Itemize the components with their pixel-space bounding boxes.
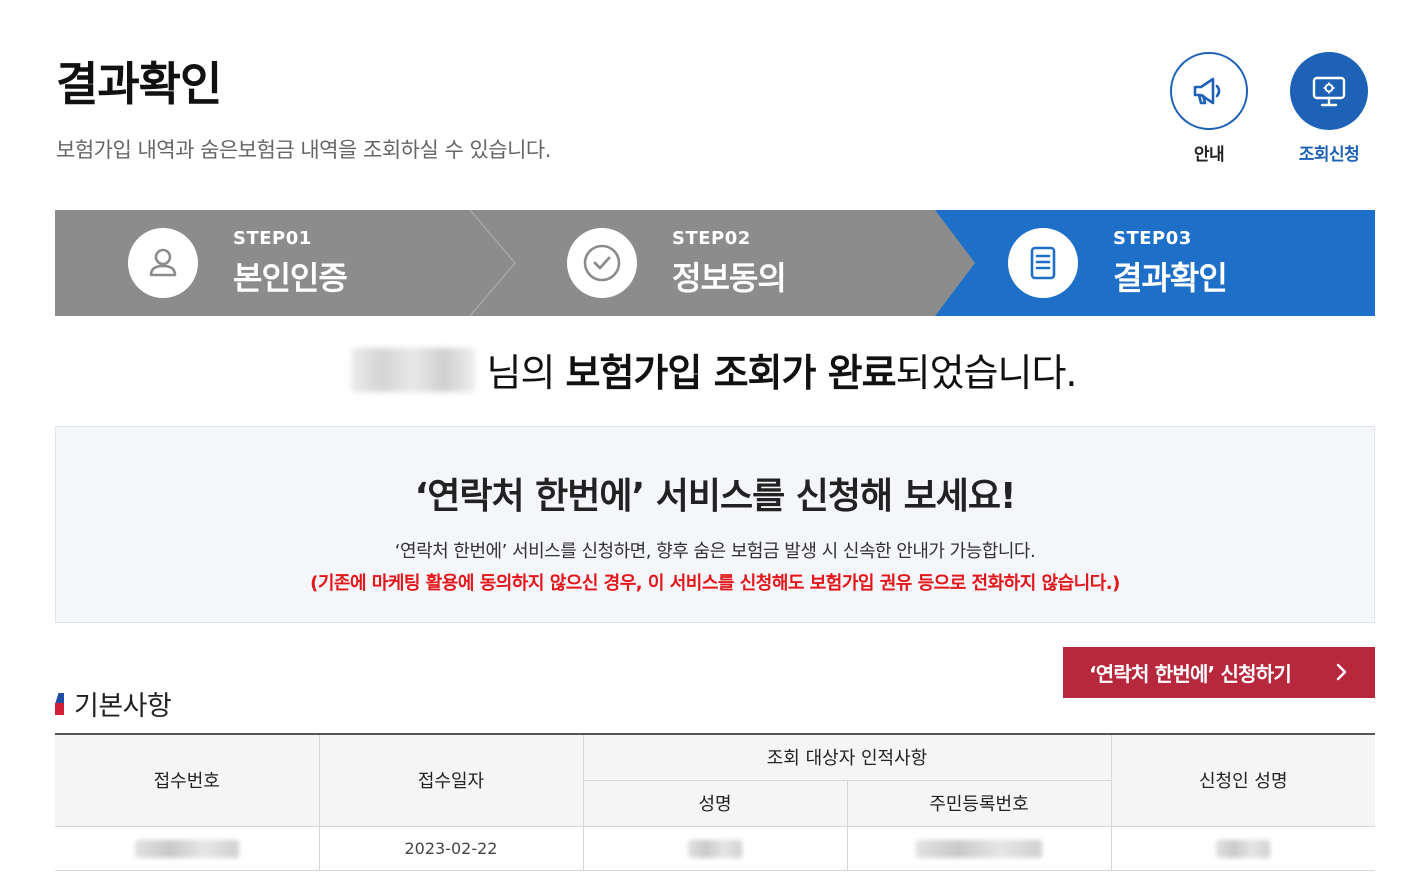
promo-warning: (기존에 마케팅 활용에 동의하지 않으신 경우, 이 서비스를 신청해도 보험… xyxy=(310,573,1120,594)
basic-info-table: 접수번호 접수일자 조회 대상자 인적사항 신청인 성명 성명 주민등록번호 2… xyxy=(55,733,1375,871)
step-active-arrow xyxy=(935,210,975,316)
promo-title: ‘연락처 한번에’ 서비스를 신청해 보세요! xyxy=(414,476,1017,517)
section-title-text: 기본사항 xyxy=(74,691,172,722)
chevron-right-icon xyxy=(1336,663,1347,681)
header-name: 성명 xyxy=(583,779,848,827)
megaphone-icon xyxy=(1193,77,1221,105)
redacted-name xyxy=(688,839,742,858)
document-icon xyxy=(1030,246,1056,280)
step1-icon-circle xyxy=(128,228,198,298)
step1-number: STEP01 xyxy=(233,227,312,249)
apply-inquiry-label: 조회신청 xyxy=(1298,145,1360,165)
result-suffix-2: 되었습니다. xyxy=(895,351,1078,395)
result-message: 님의 보험가입 조회가 완료되었습니다. xyxy=(0,342,1427,397)
step2-name: 정보동의 xyxy=(672,258,787,297)
page-title: 결과확인 xyxy=(56,57,222,111)
redacted-receipt-no xyxy=(134,839,239,858)
section-marker-icon xyxy=(55,692,64,715)
check-circle-icon xyxy=(583,244,621,282)
guide-label: 안내 xyxy=(1193,145,1225,165)
apply-button-label: ‘연락처 한번에’ 신청하기 xyxy=(1089,662,1292,686)
redacted-user-name xyxy=(350,348,475,392)
header-target-info: 조회 대상자 인적사항 xyxy=(582,733,1112,781)
page-description: 보험가입 내역과 숨은보험금 내역을 조회하실 수 있습니다. xyxy=(56,138,551,162)
step3-name: 결과확인 xyxy=(1113,258,1228,297)
step1-name: 본인인증 xyxy=(233,258,348,297)
basic-info-section-title: 기본사항 xyxy=(55,684,172,723)
monitor-icon xyxy=(1312,76,1346,107)
person-icon xyxy=(149,248,177,277)
redacted-rrn xyxy=(916,839,1042,858)
step-info-consent: STEP02 정보동의 xyxy=(495,210,935,316)
result-emphasis: 보험가입 조회가 완료 xyxy=(565,351,897,395)
step-identity-verification: STEP01 본인인증 xyxy=(55,210,516,316)
cell-rrn xyxy=(846,825,1112,871)
step2-icon-circle xyxy=(567,228,637,298)
contact-service-apply-button[interactable]: ‘연락처 한번에’ 신청하기 xyxy=(1063,647,1375,698)
guide-button[interactable]: 안내 xyxy=(1164,52,1254,165)
cell-receipt-no xyxy=(55,825,320,871)
apply-inquiry-icon-circle xyxy=(1290,52,1368,130)
apply-inquiry-button[interactable]: 조회신청 xyxy=(1284,52,1374,165)
contact-service-promo: ‘연락처 한번에’ 서비스를 신청해 보세요! ‘연락처 한번에’ 서비스를 신… xyxy=(55,426,1375,623)
step3-number: STEP03 xyxy=(1113,227,1192,249)
cell-name xyxy=(582,825,848,871)
guide-icon-circle xyxy=(1170,52,1248,130)
table-row: 2023-02-22 xyxy=(55,825,1375,871)
step2-number: STEP02 xyxy=(672,227,751,249)
header-receipt-no: 접수번호 xyxy=(55,733,320,827)
header-applicant-name: 신청인 성명 xyxy=(1110,733,1375,827)
redacted-applicant-name xyxy=(1216,839,1271,858)
step3-icon-circle xyxy=(1008,228,1078,298)
step-result-check: STEP03 결과확인 xyxy=(935,210,1375,316)
step-indicator: STEP01 본인인증 STEP02 정보동의 STEP03 결과확인 xyxy=(55,210,1375,316)
result-suffix-1: 님의 xyxy=(486,351,566,395)
promo-description: ‘연락처 한번에’ 서비스를 신청하면, 향후 숨은 보험금 발생 시 신속한 … xyxy=(394,541,1036,562)
header-rrn: 주민등록번호 xyxy=(846,779,1111,827)
cell-receipt-date: 2023-02-22 xyxy=(318,825,584,871)
header-receipt-date: 접수일자 xyxy=(318,733,584,827)
cell-applicant-name xyxy=(1110,825,1375,871)
